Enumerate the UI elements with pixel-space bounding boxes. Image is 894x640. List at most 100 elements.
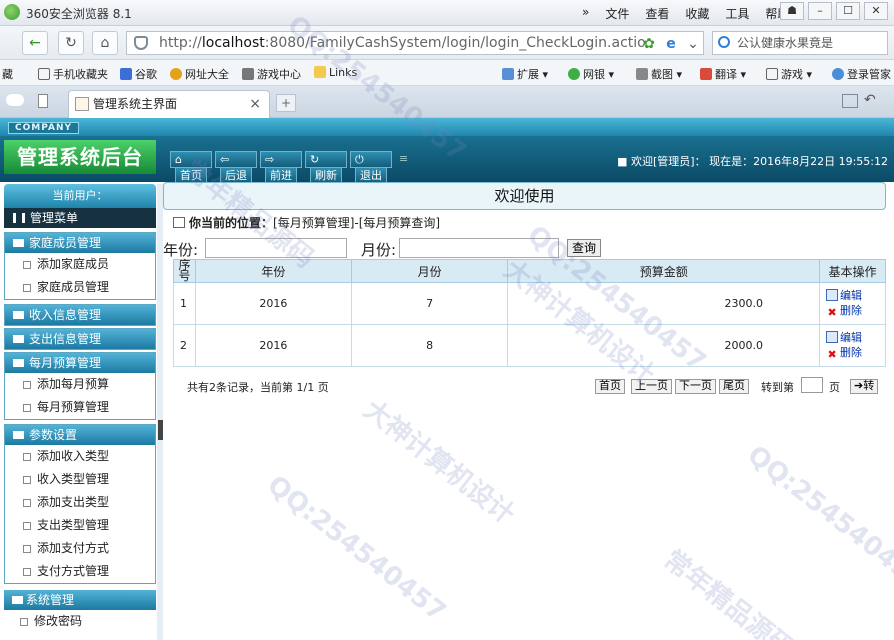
url-directory-icon: [170, 68, 182, 80]
first-page-button[interactable]: 首页: [595, 379, 625, 394]
menu-root: 管理菜单: [4, 208, 156, 228]
month-label: 月份:: [361, 241, 397, 259]
url-dropdown-icon[interactable]: ⌄: [684, 33, 702, 53]
fav-item-cang[interactable]: 藏: [2, 66, 13, 82]
sidebar-item-change-password[interactable]: 修改密码: [4, 610, 156, 633]
sidebar-item-add-monthly-budget[interactable]: 添加每月预算: [5, 373, 155, 396]
ext-games[interactable]: 游戏 ▾: [766, 66, 812, 82]
minimize-icon[interactable]: –: [808, 2, 832, 20]
close-window-icon[interactable]: ✕: [864, 2, 888, 20]
sidebar-item-add-payment-method[interactable]: 添加支付方式: [5, 537, 155, 560]
group-head-system[interactable]: 系统管理: [4, 590, 156, 610]
edit-link[interactable]: 编辑: [826, 288, 885, 303]
ext-translate[interactable]: 翻译 ▾: [700, 66, 746, 82]
refresh-icon[interactable]: ↻: [58, 31, 84, 55]
menu-bars-icon: [13, 213, 25, 223]
fav-item-google[interactable]: 谷歌: [120, 66, 157, 82]
address-toolbar: ← ↻ ⌂ http://localhost:8080/FamilyCashSy…: [0, 26, 894, 60]
doc-icon: [23, 476, 31, 484]
sidebar-item-monthly-budget-manage[interactable]: 每月预算管理: [5, 396, 155, 419]
last-page-button[interactable]: 尾页: [719, 379, 749, 394]
ext-screenshot[interactable]: 截图 ▾: [636, 66, 682, 82]
col-amount: 预算金额: [507, 259, 821, 283]
sidebar-item-expense-type-manage[interactable]: 支出类型管理: [5, 514, 155, 537]
compat-mode-icon[interactable]: ✿: [640, 33, 658, 53]
sidebar-item-label: 支出类型管理: [37, 518, 110, 532]
menu-root-label: 管理菜单: [30, 211, 79, 225]
tab-close-icon[interactable]: ×: [249, 91, 261, 117]
home-button[interactable]: ⌂ 首页: [170, 151, 212, 184]
current-user-label: 当前用户：: [52, 189, 108, 202]
group-icon: [13, 431, 24, 439]
doc-icon: [23, 545, 31, 553]
logout-button[interactable]: ⏻ 退出: [350, 151, 392, 184]
sidebar-item-add-family-member[interactable]: 添加家庭成员: [5, 253, 155, 276]
fav-item-game-center[interactable]: 游戏中心: [242, 66, 301, 82]
window-controls: ☗ – ☐ ✕: [780, 2, 888, 20]
goto-page-input[interactable]: [801, 377, 823, 393]
ext-login-manager[interactable]: 登录管家: [832, 66, 891, 82]
group-head-family-members[interactable]: 家庭成员管理: [5, 233, 155, 253]
home-icon[interactable]: ⌂: [92, 31, 118, 55]
cell-year: 2016: [194, 324, 352, 367]
table-row: 2 2016 8 2000.0 编辑 ✖ 删除: [173, 324, 886, 367]
search-filter: 年份: 月份: 查询: [163, 238, 885, 260]
go-button[interactable]: ➔转: [850, 379, 879, 394]
fav-item-links[interactable]: Links: [314, 66, 357, 79]
menu-tools[interactable]: 工具: [725, 5, 749, 22]
menu-lines-icon[interactable]: ≡: [395, 151, 412, 168]
cloud-icon[interactable]: [6, 94, 24, 106]
folder-icon: [314, 66, 326, 78]
sidebar-item-add-income-type[interactable]: 添加收入类型: [5, 445, 155, 468]
forward-button[interactable]: ⇨ 前进: [260, 151, 302, 184]
month-input[interactable]: [399, 238, 559, 258]
search-icon: [718, 36, 730, 48]
sidebar-item-payment-method-manage[interactable]: 支付方式管理: [5, 560, 155, 583]
skin-icon[interactable]: ☗: [780, 2, 804, 20]
group-income: 收入信息管理: [4, 304, 156, 326]
group-head-parameters[interactable]: 参数设置: [5, 425, 155, 445]
delete-link[interactable]: ✖ 删除: [826, 303, 885, 319]
maximize-icon[interactable]: ☐: [836, 2, 860, 20]
sidebar-item-add-expense-type[interactable]: 添加支出类型: [5, 491, 155, 514]
browser-search-input[interactable]: 公认健康水果竟是: [712, 31, 888, 55]
search-button[interactable]: 查询: [567, 239, 602, 257]
edit-link[interactable]: 编辑: [826, 330, 885, 345]
menu-file[interactable]: 文件: [605, 5, 629, 22]
sidebar-item-label: 添加支出类型: [37, 495, 110, 509]
back-button[interactable]: ⇦ 后退: [215, 151, 257, 184]
group-head-monthly-budget[interactable]: 每月预算管理: [5, 353, 155, 373]
url-bar[interactable]: http://localhost:8080/FamilyCashSystem/l…: [126, 31, 704, 55]
menu-favorites[interactable]: 收藏: [685, 5, 709, 22]
cell-actions: 编辑 ✖ 删除: [819, 282, 886, 325]
fav-item-url-directory[interactable]: 网址大全: [170, 66, 229, 82]
group-head-income[interactable]: 收入信息管理: [5, 305, 155, 325]
fav-label: 谷歌: [135, 68, 157, 81]
menu-view[interactable]: 查看: [645, 5, 669, 22]
sidebar-item-income-type-manage[interactable]: 收入类型管理: [5, 468, 155, 491]
menu-more-icon[interactable]: »: [582, 5, 589, 22]
refresh-button[interactable]: ↻ 刷新: [305, 151, 347, 184]
url-path: :8080/FamilyCashSystem/login/login_Check…: [264, 35, 646, 51]
back-arrow-icon[interactable]: ←: [22, 31, 48, 55]
browser-app-title: 360安全浏览器 8.1: [26, 7, 132, 21]
new-tab-button[interactable]: +: [276, 94, 296, 112]
tab-favicon-icon: [75, 97, 89, 111]
prev-page-button[interactable]: 上一页: [631, 379, 672, 394]
fav-item-mobile[interactable]: 手机收藏夹: [38, 66, 108, 82]
page-icon[interactable]: [38, 94, 48, 108]
sidebar-item-family-member-manage[interactable]: 家庭成员管理: [5, 276, 155, 299]
ie-engine-icon[interactable]: e: [662, 33, 680, 53]
year-input[interactable]: [205, 238, 347, 258]
key-icon: [832, 68, 844, 80]
ext-expand[interactable]: 扩展 ▾: [502, 66, 548, 82]
next-page-button[interactable]: 下一页: [675, 379, 716, 394]
tab-menu-icon[interactable]: [842, 94, 858, 108]
group-head-expense[interactable]: 支出信息管理: [5, 329, 155, 349]
cell-amount: 2000.0: [507, 324, 821, 367]
undo-arrow-icon[interactable]: ↶: [864, 92, 876, 108]
ext-online-bank[interactable]: 网银 ▾: [568, 66, 614, 82]
tab-main-page[interactable]: 管理系统主界面 ×: [68, 90, 270, 118]
fav-label: 翻译: [715, 68, 737, 81]
delete-link[interactable]: ✖ 删除: [826, 345, 885, 361]
